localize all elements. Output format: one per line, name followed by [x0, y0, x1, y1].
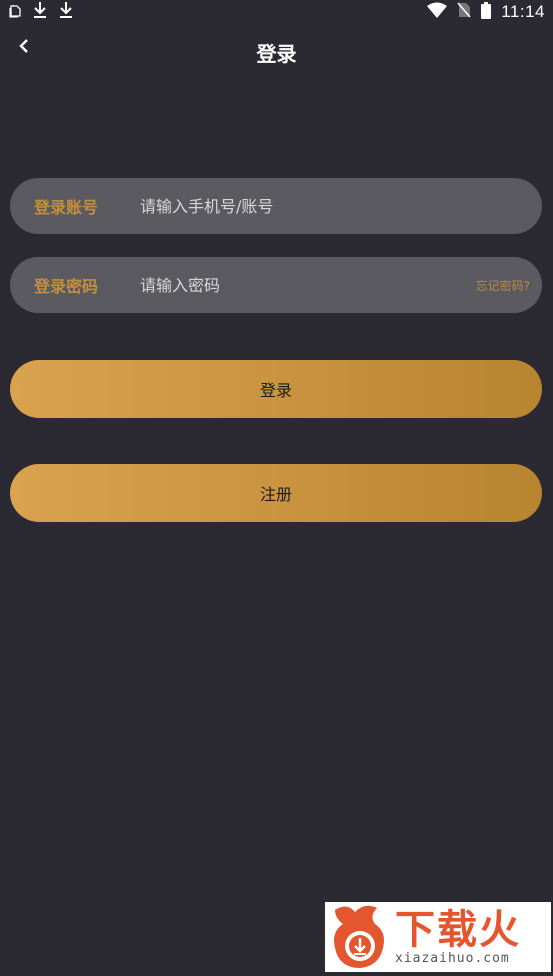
forgot-password-link[interactable]: 忘记密码? — [476, 277, 542, 294]
watermark-brand: 下载火 — [395, 907, 521, 953]
status-bar: 11:14 — [0, 0, 553, 24]
status-time: 11:14 — [501, 2, 545, 21]
login-button[interactable]: 登录 — [10, 360, 542, 418]
wifi-icon — [427, 2, 448, 22]
nav-bar: 登录 — [0, 30, 553, 74]
register-button[interactable]: 注册 — [10, 464, 542, 522]
password-field: 登录密码 忘记密码? — [10, 256, 542, 314]
status-left — [8, 1, 74, 23]
watermark: 下载火 xiazaihuo.com — [325, 902, 551, 972]
status-right: 11:14 — [427, 1, 545, 23]
flame-logo-icon — [325, 902, 395, 972]
battery-icon — [481, 1, 492, 23]
account-field: 登录账号 — [10, 177, 542, 235]
watermark-text: 下载火 xiazaihuo.com — [395, 908, 521, 966]
account-label: 登录账号 — [34, 198, 99, 217]
account-input[interactable] — [138, 177, 542, 235]
password-label: 登录密码 — [34, 277, 99, 296]
download-icon — [32, 1, 48, 23]
download-icon — [58, 1, 74, 23]
no-sim-icon — [457, 2, 471, 22]
watermark-url: xiazaihuo.com — [395, 951, 510, 966]
password-input[interactable] — [138, 256, 476, 314]
page-title: 登录 — [256, 42, 297, 66]
notification-icon — [8, 3, 22, 22]
